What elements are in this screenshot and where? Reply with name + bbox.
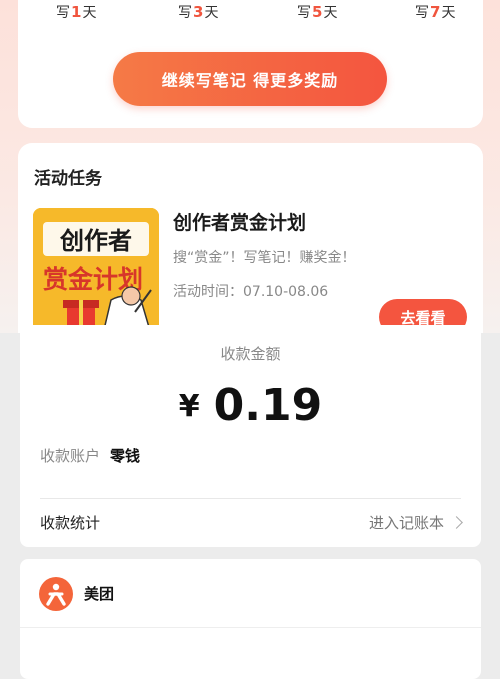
day-suffix: 天 xyxy=(441,5,456,21)
meituan-icon xyxy=(39,577,73,611)
bounty-illustration-icon: 创作者 赏金计划 xyxy=(33,208,159,333)
merchant-card[interactable]: 美团 xyxy=(20,559,481,679)
day-prefix: 写 xyxy=(56,5,70,21)
activity-name: 创作者赏金计划 xyxy=(173,212,307,234)
amount-label: 收款金额 xyxy=(220,345,281,363)
day-prefix: 写 xyxy=(297,5,311,21)
divider xyxy=(20,627,481,628)
day-suffix: 天 xyxy=(323,5,338,21)
section-title: 活动任务 xyxy=(34,169,102,189)
day-suffix: 天 xyxy=(82,5,97,21)
account-row: 收款账户 零钱 xyxy=(40,445,140,466)
activity-description: 搜“赏金”！写笔记！赚奖金！ xyxy=(173,250,356,266)
day-number: 1 xyxy=(71,3,82,21)
stats-label: 收款统计 xyxy=(40,514,101,532)
activity-task-card: 活动任务 创作者 赏金计划 创作者赏金计划 搜“赏金”！写笔记！赚奖金！ 活动时… xyxy=(18,143,483,333)
continue-writing-button[interactable]: 继续写笔记 得更多奖励 xyxy=(113,52,387,106)
day-reward-3: 写3天 xyxy=(178,2,218,22)
account-value: 零钱 xyxy=(110,447,141,465)
currency-symbol: ¥ xyxy=(178,389,200,424)
ledger-link-label: 进入记账本 xyxy=(368,514,444,532)
day-suffix: 天 xyxy=(204,5,219,21)
activity-time: 活动时间：07.10-08.06 xyxy=(173,284,329,300)
account-label: 收款账户 xyxy=(40,447,101,465)
thumb-line1: 创作者 xyxy=(59,227,132,255)
merchant-name: 美团 xyxy=(84,585,115,603)
stats-row[interactable]: 收款统计 进入记账本 xyxy=(40,512,463,533)
payment-card: 收款金额 ¥0.19 收款账户 零钱 收款统计 进入记账本 xyxy=(20,325,481,547)
ledger-link[interactable]: 进入记账本 xyxy=(368,512,463,533)
day-reward-7: 写7天 xyxy=(415,2,455,22)
day-number: 7 xyxy=(430,3,441,21)
day-prefix: 写 xyxy=(415,5,429,21)
amount-number: 0.19 xyxy=(213,380,323,431)
activity-thumbnail[interactable]: 创作者 赏金计划 xyxy=(33,208,159,333)
chevron-right-icon xyxy=(450,516,463,529)
amount-value: ¥0.19 xyxy=(20,380,481,431)
reward-card: 写1天 写3天 写5天 写7天 继续写笔记 得更多奖励 xyxy=(18,0,483,128)
day-reward-5: 写5天 xyxy=(297,2,337,22)
notes-app-section: 写1天 写3天 写5天 写7天 继续写笔记 得更多奖励 活动任务 创作者 赏金计… xyxy=(0,0,500,333)
day-number: 5 xyxy=(312,3,323,21)
days-row: 写1天 写3天 写5天 写7天 xyxy=(18,2,483,24)
day-number: 3 xyxy=(193,3,204,21)
day-prefix: 写 xyxy=(178,5,192,21)
divider xyxy=(40,498,461,499)
day-reward-1: 写1天 xyxy=(56,2,96,22)
